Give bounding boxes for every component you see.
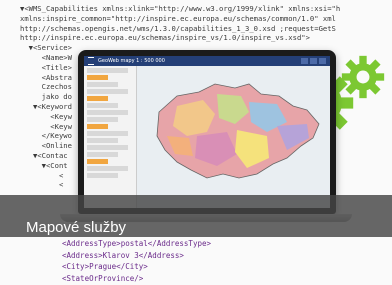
service-card[interactable]: ▼<WMS_Capabilities xmlns:xlink="http://w… [0, 0, 392, 285]
card-caption[interactable]: Mapové služby [26, 219, 126, 236]
xml-line: <City>Prague</City> [62, 262, 148, 272]
header-buttons [301, 58, 326, 64]
xml-code-bottom: <AddressType>postal</AddressType> <Addres… [62, 238, 211, 284]
app-title: GeoWeb mapy 1 : 500 000 [98, 58, 165, 64]
xml-line: <AddressType>postal</AddressType> [62, 239, 212, 248]
gear-icon-small [341, 55, 385, 99]
xml-line: xmlns:inspire_common="http://inspire.ec.… [20, 13, 336, 23]
geological-map-czechia [156, 83, 320, 179]
layer-panel [84, 66, 137, 208]
app-header: GeoWeb mapy 1 : 500 000 [84, 56, 330, 66]
xml-line: http://schemas.opengis.net/wms/1.3.0/cap… [20, 23, 336, 33]
map-view [137, 66, 330, 208]
xml-line: http://inspire.ec.europa.eu/schemas/insp… [20, 33, 310, 43]
xml-line: <StateOrProvince/> [62, 273, 144, 283]
menu-icon [88, 57, 94, 65]
laptop-screen: GeoWeb mapy 1 : 500 000 [84, 56, 330, 208]
laptop-illustration: GeoWeb mapy 1 : 500 000 [78, 50, 336, 214]
xml-line: <Address>Klarov 3</Address> [62, 250, 184, 260]
xml-line: ▼<WMS_Capabilities xmlns:xlink="http://w… [20, 4, 341, 13]
